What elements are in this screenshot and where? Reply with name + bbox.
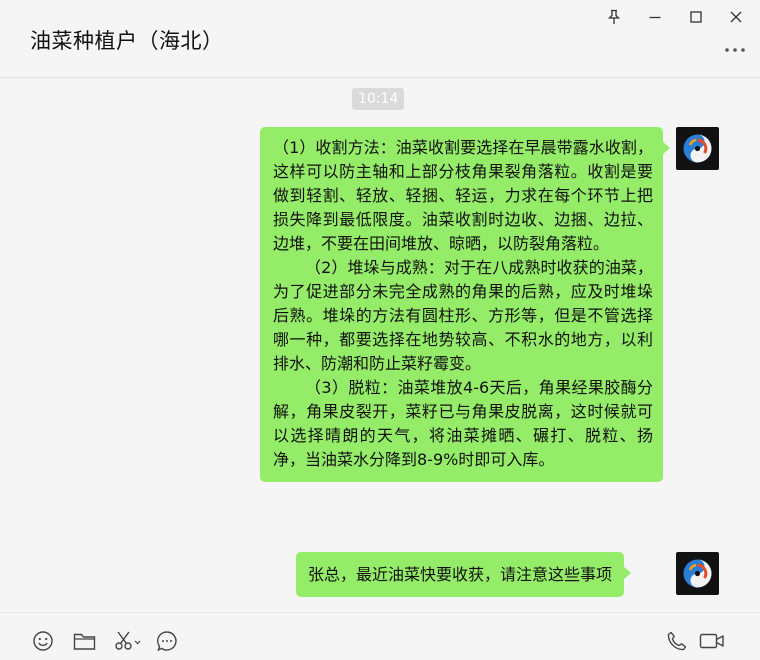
close-icon[interactable] [725,6,747,28]
avatar-swirl-icon [683,559,712,588]
phone-icon[interactable] [665,629,689,653]
avatar-swirl-icon [683,134,712,163]
emoji-icon[interactable] [31,629,55,653]
video-icon[interactable] [698,629,726,653]
title-bar: 油菜种植户（海北） [0,0,760,78]
message-bubble-reminder[interactable]: 张总，最近油菜快要收获，请注意这些事项 [296,552,632,597]
message-paragraph-threshing: （3）脱粒：油菜堆放4-6天后，角果经果胶酶分解，角果皮裂开，菜籽已与角果皮脱离… [273,378,653,469]
scissors-icon[interactable] [114,629,142,653]
message-paragraph-harvest: （1）收割方法：油菜收割要选择在早晨带露水收割，这样可以防主轴和上部分枝角果裂角… [273,138,653,253]
maximize-icon[interactable] [685,6,707,28]
message-timestamp: 10:14 [352,88,405,110]
input-toolbar [0,612,760,660]
folder-icon[interactable] [72,629,96,653]
message-paragraph-stacking: （2）堆垛与成熟：对于在八成熟时收获的油菜，为了促进部分未完全成熟的角果的后熟，… [273,258,653,373]
scrollbar[interactable] [756,80,760,610]
more-options-icon[interactable] [722,40,748,60]
avatar[interactable] [676,127,719,170]
pin-icon[interactable] [603,6,625,28]
message-list[interactable]: 10:14 （1）收割方法：油菜收割要选择在早晨带露水收割，这样可以防主轴和上部… [0,79,760,612]
avatar[interactable] [676,552,719,595]
message-bubble-harvest-tips[interactable]: （1）收割方法：油菜收割要选择在早晨带露水收割，这样可以防主轴和上部分枝角果裂角… [260,127,670,482]
chat-history-icon[interactable] [155,629,179,653]
minimize-icon[interactable] [644,6,666,28]
chat-title: 油菜种植户（海北） [30,29,224,53]
